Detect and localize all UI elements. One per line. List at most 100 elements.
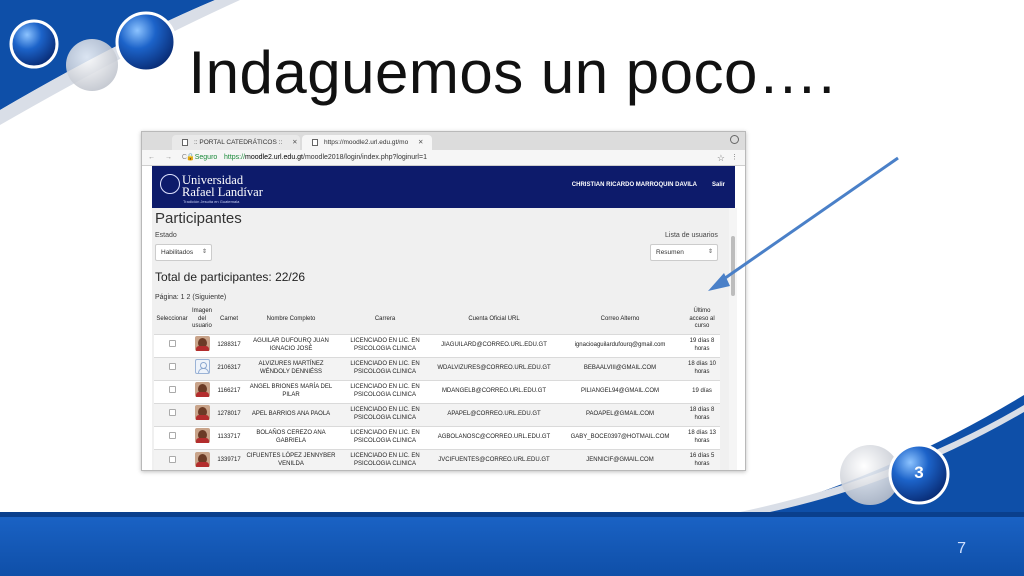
profile-icon[interactable] <box>730 135 739 144</box>
cell-widget <box>154 379 190 403</box>
cell-alt-email: BEBAALVIII@GMAIL.COM <box>556 356 684 380</box>
table-header-row: Seleccionar Imagen del usuario Carnet No… <box>154 305 720 334</box>
col-email[interactable]: Cuenta Oficial URL <box>432 305 556 334</box>
cell-widget <box>190 356 214 380</box>
row-checkbox[interactable] <box>168 386 176 394</box>
url-prefix: https:// <box>224 154 246 161</box>
col-carnet[interactable]: Carnet <box>214 305 244 334</box>
cell-email: AGBOLANOSC@CORREO.URL.EDU.GT <box>432 425 556 449</box>
browser-window: :: PORTAL CATEDRÁTICOS :: ✕ https://mood… <box>141 131 746 471</box>
estado-select[interactable]: Habilitados ⇕ <box>155 244 212 261</box>
col-last-access[interactable]: Último acceso al curso <box>684 305 720 334</box>
cell-widget <box>154 333 190 357</box>
user-avatar <box>194 405 210 421</box>
col-select: Seleccionar <box>156 315 188 322</box>
site-header: Universidad Rafael Landívar Tradición Je… <box>152 166 735 208</box>
scrollbar[interactable] <box>729 208 737 470</box>
close-icon[interactable]: ✕ <box>418 139 423 146</box>
cell-widget <box>190 379 214 403</box>
url-host: moodle2.url.edu.gt <box>245 154 303 161</box>
estado-label: Estado <box>155 232 177 239</box>
row-checkbox[interactable] <box>168 455 176 463</box>
cell-name[interactable]: AGUILAR DUFOURQ JUAN IGNACIO JOSÉ <box>244 333 338 357</box>
cell-name[interactable]: BOLAÑOS CEREZO ANA GABRIELA <box>244 425 338 449</box>
cell-alt-email: PAOAPEL@GMAIL.COM <box>556 402 684 426</box>
section-number: 3 <box>914 463 924 482</box>
cell-last-access: 18 días 8 horas <box>684 402 720 426</box>
user-avatar <box>194 428 210 444</box>
participants-table: Seleccionar Imagen del usuario Carnet No… <box>154 305 720 470</box>
page-content: Participantes Estado Habilitados ⇕ Lista… <box>152 208 737 470</box>
table-row: 1288317 AGUILAR DUFOURQ JUAN IGNACIO JOSÉ… <box>154 333 720 357</box>
cell-last-access: 18 días 13 horas <box>684 425 720 449</box>
logo-subtitle: Tradición Jesuita en Guatemala <box>183 199 240 204</box>
chevron-updown-icon: ⇕ <box>707 249 713 255</box>
cell-widget <box>190 333 214 357</box>
cell-widget <box>190 448 214 470</box>
pagination[interactable]: Página: 1 2 (Siguiente) <box>155 294 226 301</box>
estado-value: Habilitados <box>161 249 194 256</box>
secure-label: Seguro <box>194 154 218 161</box>
cell-alt-email: JENNICIF@GMAIL.COM <box>556 448 684 470</box>
cell-email: JVCIFUENTES@CORREO.URL.EDU.GT <box>432 448 556 470</box>
table-row: 1133717 BOLAÑOS CEREZO ANA GABRIELA LICENC… <box>154 425 720 449</box>
cell-last-access: 16 días 5 horas <box>684 448 720 470</box>
col-alt-email[interactable]: Correo Alterno <box>556 305 684 334</box>
cell-name[interactable]: ALVIZURES MARTÍNEZ WÉNDOLY DENNIÉSS <box>244 356 338 380</box>
menu-icon[interactable]: ⋮ <box>731 150 738 166</box>
bottom-band <box>0 517 1024 576</box>
logo-line2: Rafael Landívar <box>182 185 263 199</box>
nav-buttons-icon[interactable]: ← → C <box>148 150 191 166</box>
cell-email: APAPEL@CORREO.URL.EDU.GT <box>432 402 556 426</box>
col-career[interactable]: Carrera <box>338 305 432 334</box>
user-avatar <box>194 451 210 467</box>
cell-last-access: 19 días <box>684 379 720 403</box>
document-icon <box>312 139 318 146</box>
cell-widget <box>190 402 214 426</box>
row-checkbox[interactable] <box>168 432 176 440</box>
cell-career: LICENCIADO EN LIC. EN PSICOLOGIA CLINICA <box>338 425 432 449</box>
document-icon <box>182 139 188 146</box>
cell-email: WDALVIZURES@CORREO.URL.EDU.GT <box>432 356 556 380</box>
tab-bar: :: PORTAL CATEDRÁTICOS :: ✕ https://mood… <box>142 132 745 150</box>
row-checkbox[interactable] <box>168 409 176 417</box>
cell-carnet: 1166217 <box>214 379 244 403</box>
cell-last-access: 19 días 8 horas <box>684 333 720 357</box>
lock-icon: 🔒Seguro <box>186 154 218 161</box>
star-icon[interactable]: ☆ <box>717 150 725 166</box>
cell-email: MDANGELB@CORREO.URL.EDU.GT <box>432 379 556 403</box>
user-avatar <box>194 336 210 352</box>
user-name[interactable]: CHRISTIAN RICARDO MARROQUIN DAVILA <box>572 182 697 188</box>
cell-carnet: 1278017 <box>214 402 244 426</box>
scroll-thumb[interactable] <box>731 236 735 296</box>
tab-label: https://moodle2.url.edu.gt/mo <box>324 139 409 146</box>
logout-link[interactable]: Salir <box>712 182 725 188</box>
col-name[interactable]: Nombre Completo <box>244 305 338 334</box>
url-text[interactable]: https://moodle2.url.edu.gt/moodle2018/lo… <box>224 150 427 166</box>
table-row: 1166217 ANGEL BRIONES MARÍA DEL PILAR LICE… <box>154 379 720 403</box>
close-icon[interactable]: ✕ <box>292 139 297 146</box>
university-seal-icon <box>160 174 180 194</box>
cell-name[interactable]: ANGEL BRIONES MARÍA DEL PILAR <box>244 379 338 403</box>
lista-select[interactable]: Resumen ⇕ <box>650 244 718 261</box>
tab-portal[interactable]: :: PORTAL CATEDRÁTICOS :: ✕ <box>172 135 300 150</box>
cell-alt-email: GABY_BOCE0397@HOTMAIL.COM <box>556 425 684 449</box>
cell-name[interactable]: CIFUENTES LÓPEZ JENNYBER VENILDA <box>244 448 338 470</box>
cell-career: LICENCIADO EN LIC. EN PSICOLOGIA CLINICA <box>338 379 432 403</box>
cell-carnet: 1133717 <box>214 425 244 449</box>
tab-label: :: PORTAL CATEDRÁTICOS :: <box>194 139 283 146</box>
cell-email: JIAGUILARD@CORREO.URL.EDU.GT <box>432 333 556 357</box>
cell-widget <box>154 448 190 470</box>
address-bar[interactable]: ← → C 🔒Seguro https://moodle2.url.edu.gt… <box>142 150 745 166</box>
user-avatar <box>194 382 210 398</box>
university-logo[interactable]: Universidad Rafael Landívar <box>182 174 263 199</box>
cell-last-access: 18 días 10 horas <box>684 356 720 380</box>
row-checkbox[interactable] <box>168 340 176 348</box>
cell-name[interactable]: APEL BARRIOS ANA PAOLA <box>244 402 338 426</box>
tab-moodle[interactable]: https://moodle2.url.edu.gt/mo ✕ <box>302 135 432 150</box>
cell-alt-email: PILIANGEL94@GMAIL.COM <box>556 379 684 403</box>
cell-widget <box>154 402 190 426</box>
row-checkbox[interactable] <box>168 363 176 371</box>
lista-value: Resumen <box>656 249 684 256</box>
cell-carnet: 2106317 <box>214 356 244 380</box>
